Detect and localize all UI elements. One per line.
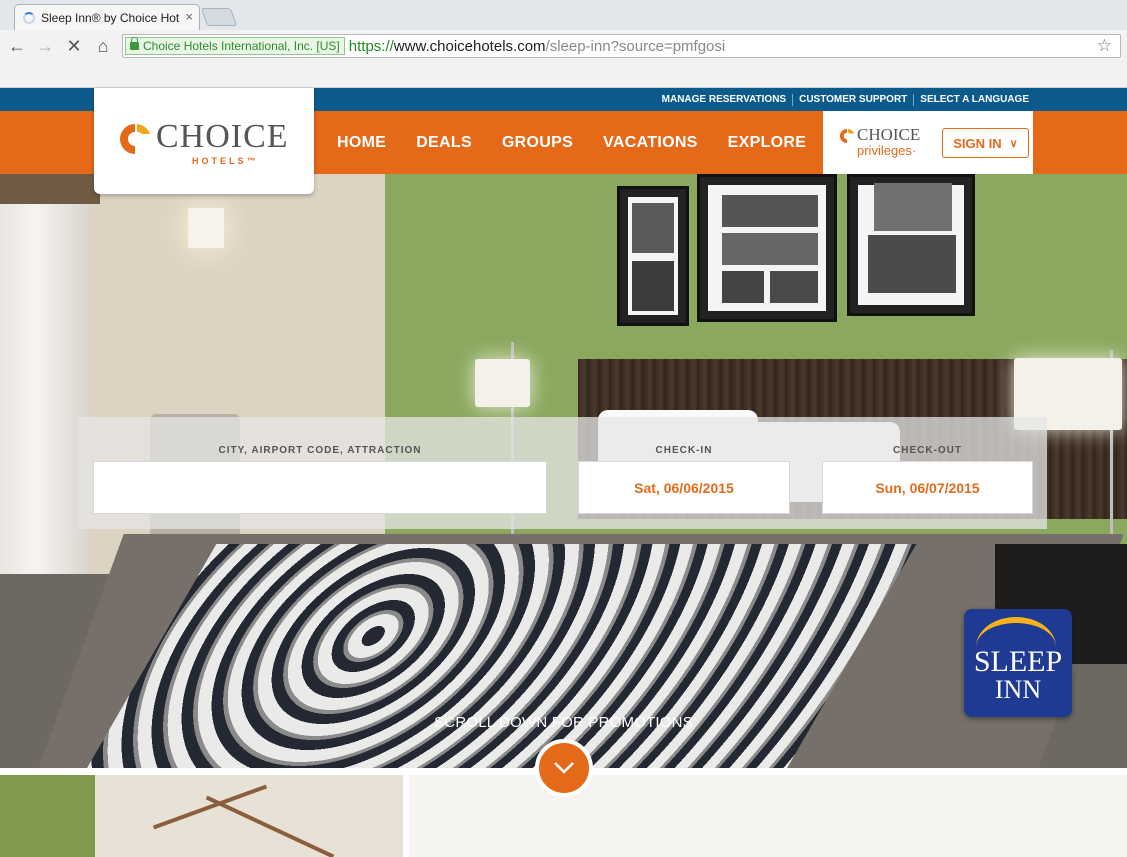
booking-form: CITY, AIRPORT CODE, ATTRACTION CHECK-IN … [78, 417, 1047, 529]
chevron-down-icon: ∨ [1009, 137, 1018, 150]
scroll-promotions-text: SCROLL DOWN FOR PROMOTIONS [434, 714, 693, 731]
hero-picture-frame [617, 186, 689, 326]
privileges-subtitle: privileges· [857, 143, 917, 158]
home-icon[interactable]: ⌂ [92, 36, 114, 57]
check-in-label: CHECK-IN [655, 445, 713, 456]
sign-in-button[interactable]: SIGN IN ∨ [942, 128, 1029, 158]
primary-nav: HOME DEALS GROUPS VACATIONS EXPLORE [322, 111, 821, 174]
sleep-inn-logo-line2: INN [994, 675, 1042, 704]
logo-subtitle: HOTELS™ [192, 156, 259, 166]
nav-home[interactable]: HOME [337, 134, 386, 152]
privileges-logo-mark-icon [839, 128, 855, 144]
nav-vacations[interactable]: VACATIONS [603, 134, 698, 152]
back-icon[interactable]: ← [6, 36, 28, 57]
check-in-value: Sat, 06/06/2015 [634, 479, 734, 496]
nav-groups[interactable]: GROUPS [502, 134, 573, 152]
choice-logo-mark-icon [120, 124, 150, 154]
ev-certificate-badge[interactable]: Choice Hotels International, Inc. [US] [125, 37, 345, 55]
browser-toolbar: ← → ✕ ⌂ Choice Hotels International, Inc… [0, 30, 1127, 88]
privileges-wordmark: CHOICE [857, 125, 921, 144]
url-host: www.choicehotels.com [393, 37, 546, 55]
stop-icon[interactable]: ✕ [63, 36, 85, 57]
manage-reservations-link[interactable]: MANAGE RESERVATIONS [656, 94, 792, 106]
chevron-down-icon [554, 762, 574, 774]
star-icon[interactable]: ☆ [1097, 36, 1112, 56]
address-bar[interactable]: Choice Hotels International, Inc. [US] h… [122, 34, 1121, 58]
check-in-field[interactable]: Sat, 06/06/2015 [578, 461, 790, 514]
forward-icon[interactable]: → [34, 36, 56, 57]
browser-tabstrip: Sleep Inn® by Choice Hot × [0, 0, 1127, 30]
logo-wordmark: CHOICE [156, 118, 289, 155]
promo-image [0, 775, 403, 857]
sleep-inn-logo-line1: SLEEP [973, 645, 1063, 678]
tab-title: Sleep Inn® by Choice Hot [41, 10, 180, 25]
hero-wall-sconce [188, 208, 224, 248]
lock-icon [130, 37, 139, 50]
url-path: /sleep-inn?source=pmfgosi [545, 37, 726, 55]
sleep-inn-logo: SLEEP INN [964, 609, 1072, 717]
check-out-label: CHECK-OUT [893, 445, 962, 456]
destination-label: CITY, AIRPORT CODE, ATTRACTION [218, 445, 422, 456]
select-language-link[interactable]: SELECT A LANGUAGE [913, 93, 1035, 106]
close-tab-icon[interactable]: × [185, 9, 193, 24]
sign-in-label: SIGN IN [953, 135, 1002, 151]
loading-spinner-icon [23, 11, 35, 24]
hero-bed-runner [83, 544, 917, 768]
choice-hotels-logo[interactable]: CHOICE HOTELS™ [94, 88, 314, 194]
hero-lamp [475, 359, 530, 407]
destination-input[interactable] [93, 461, 547, 514]
hero-picture-frame [697, 174, 837, 322]
hero-picture-frame [847, 174, 975, 316]
check-out-value: Sun, 06/07/2015 [875, 479, 980, 496]
ev-org-name: Choice Hotels International, Inc. [US] [143, 39, 340, 53]
url-scheme: https:// [348, 37, 394, 55]
browser-tab-active[interactable]: Sleep Inn® by Choice Hot × [14, 4, 200, 30]
new-tab-button[interactable] [200, 8, 238, 26]
scroll-down-button[interactable] [535, 739, 593, 797]
choice-privileges-panel: CHOICE privileges· SIGN IN ∨ [823, 111, 1033, 174]
customer-support-link[interactable]: CUSTOMER SUPPORT [792, 93, 913, 106]
promo-panel [409, 775, 1127, 857]
nav-explore[interactable]: EXPLORE [728, 134, 807, 152]
nav-deals[interactable]: DEALS [416, 134, 472, 152]
hero-valance [0, 174, 100, 204]
check-out-field[interactable]: Sun, 06/07/2015 [822, 461, 1033, 514]
